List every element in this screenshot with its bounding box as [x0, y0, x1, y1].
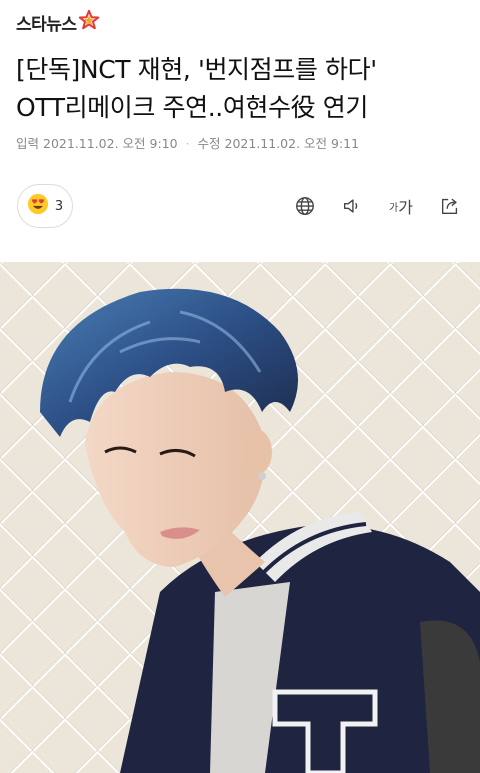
article-photo[interactable]	[0, 262, 480, 773]
speaker-icon[interactable]	[339, 193, 365, 219]
headline-line-1: [단독]NCT 재현, '번지점프를 하다'	[16, 55, 377, 84]
headline-line-2: OTT리메이크 주연..여현수役 연기	[16, 93, 368, 122]
font-size-small-glyph: 가	[389, 202, 399, 214]
reaction-button[interactable]: 3	[17, 184, 73, 228]
meta-separator: ·	[185, 136, 190, 151]
reaction-count: 3	[54, 198, 64, 214]
share-icon[interactable]	[437, 193, 463, 219]
star-logo-icon	[78, 9, 100, 35]
font-size-button[interactable]: 가가	[386, 193, 416, 219]
modify-label: 수정	[197, 136, 221, 151]
article-meta: 입력 2021.11.02. 오전 9:10 · 수정 2021.11.02. …	[16, 133, 359, 152]
input-label: 입력	[16, 136, 40, 151]
article-headline: [단독]NCT 재현, '번지점프를 하다' OTT리메이크 주연..여현수役 …	[16, 51, 468, 127]
font-size-large-glyph: 가	[398, 198, 413, 217]
input-time: 2021.11.02. 오전 9:10	[43, 136, 178, 151]
brand-logo[interactable]: 스타뉴스	[16, 8, 100, 36]
globe-icon[interactable]	[292, 193, 318, 219]
brand-name: 스타뉴스	[16, 14, 77, 35]
modify-time: 2021.11.02. 오전 9:11	[224, 136, 360, 151]
heart-eyes-emoji-icon	[27, 193, 49, 219]
